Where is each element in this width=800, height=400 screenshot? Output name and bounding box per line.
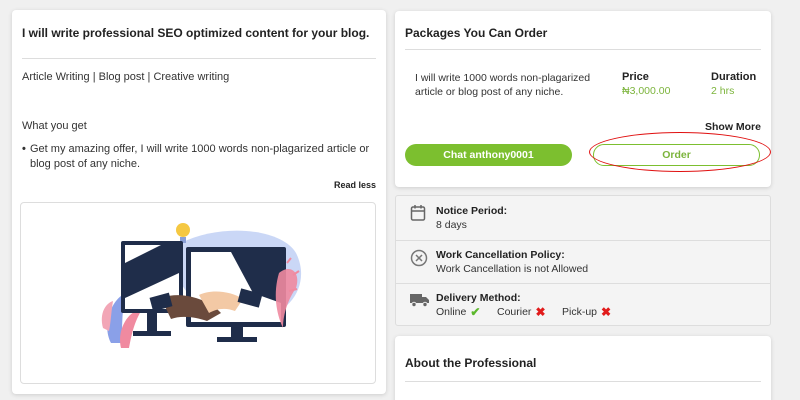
price-value: ₦3,000.00	[622, 85, 671, 97]
gig-tags: Article Writing | Blog post | Creative w…	[22, 71, 230, 83]
cross-icon: ✖	[601, 305, 612, 319]
divider	[405, 49, 761, 50]
duration-label: Duration	[711, 71, 757, 83]
notice-period-value: 8 days	[436, 219, 467, 231]
delivery-option-online: Online ✔	[436, 305, 480, 319]
gig-title: I will write professional SEO optimized …	[22, 26, 370, 40]
price-label: Price	[622, 71, 649, 83]
notice-period-row: Notice Period: 8 days	[396, 196, 770, 240]
cancellation-policy-value: Work Cancellation is not Allowed	[436, 263, 589, 275]
delivery-method-row: Delivery Method: Online ✔ Courier ✖ Pick…	[396, 283, 770, 327]
duration-value: 2 hrs	[711, 85, 735, 97]
order-button[interactable]: Order	[593, 144, 760, 166]
cross-icon: ✖	[535, 305, 546, 319]
divider	[405, 381, 761, 382]
delivery-option-courier: Courier ✖	[497, 305, 546, 319]
handshake-illustration	[101, 223, 302, 348]
offer-bullet: • Get my amazing offer, I will write 100…	[22, 142, 377, 172]
show-more-link[interactable]: Show More	[705, 121, 761, 133]
packages-card: Packages You Can Order I will write 1000…	[395, 11, 771, 187]
what-you-get-heading: What you get	[22, 120, 87, 132]
delivery-option-label: Pick-up	[562, 306, 598, 318]
read-less-link[interactable]: Read less	[334, 180, 376, 190]
cancellation-policy-row: Work Cancellation Policy: Work Cancellat…	[396, 240, 770, 283]
cancel-circle-icon	[410, 249, 428, 267]
gig-card: I will write professional SEO optimized …	[12, 10, 386, 394]
gig-illustration	[20, 202, 376, 384]
about-professional-title: About the Professional	[405, 356, 537, 370]
package-description: I will write 1000 words non-plagarized a…	[415, 72, 591, 98]
delivery-method-label: Delivery Method:	[436, 292, 521, 304]
about-professional-card: About the Professional	[395, 336, 771, 400]
chat-button[interactable]: Chat anthony0001	[405, 144, 572, 166]
delivery-option-label: Courier	[497, 306, 532, 318]
cancellation-policy-label: Work Cancellation Policy:	[436, 249, 565, 261]
bullet-dot: •	[22, 143, 26, 155]
delivery-option-label: Online	[436, 306, 467, 318]
notice-period-label: Notice Period:	[436, 205, 508, 217]
service-info-panel: Notice Period: 8 days Work Cancellation …	[395, 195, 771, 326]
calendar-icon	[410, 204, 428, 222]
check-icon: ✔	[470, 305, 481, 319]
divider	[22, 58, 376, 59]
delivery-option-pickup: Pick-up ✖	[562, 305, 611, 319]
offer-bullet-text: Get my amazing offer, I will write 1000 …	[30, 143, 370, 170]
truck-icon	[410, 292, 429, 310]
packages-title: Packages You Can Order	[405, 26, 548, 40]
